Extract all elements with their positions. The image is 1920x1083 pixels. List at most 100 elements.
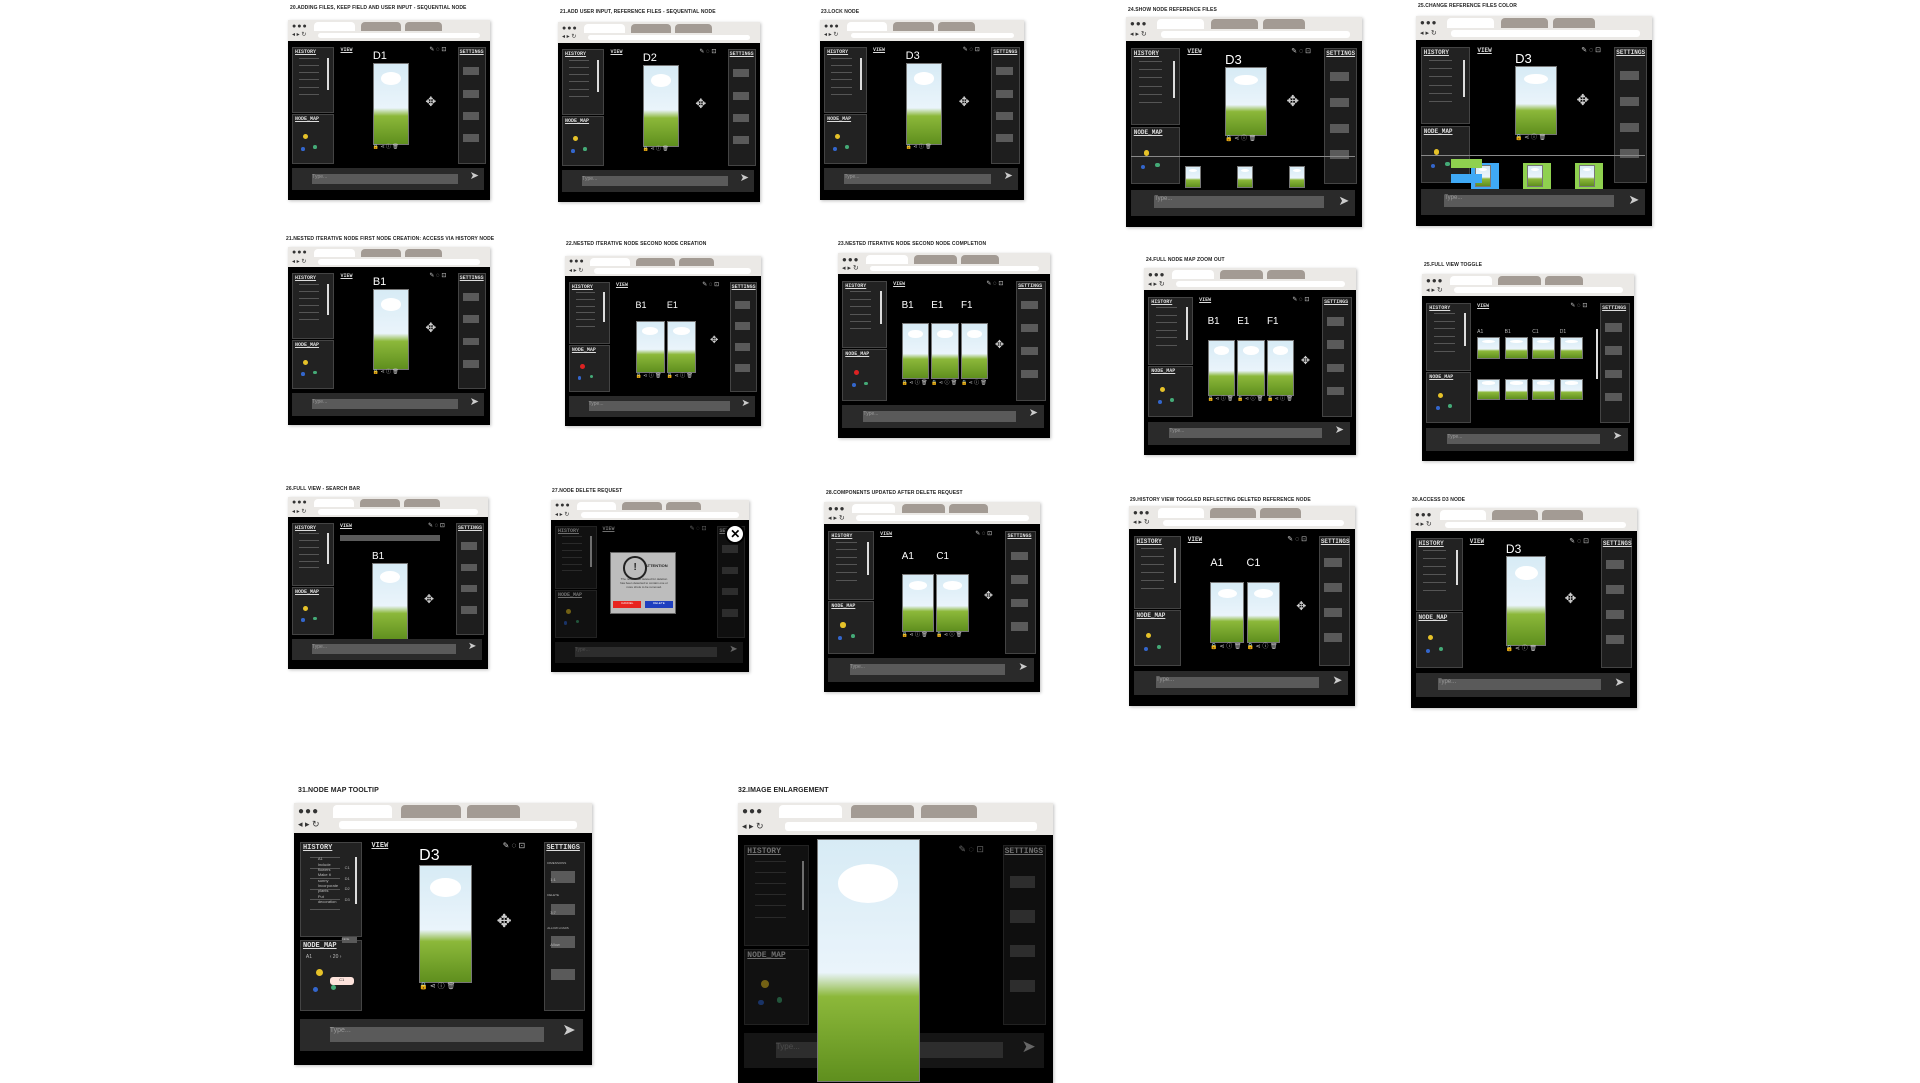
browser-tab[interactable]	[1266, 270, 1306, 280]
browser-tab[interactable]	[1220, 270, 1263, 280]
view-scrollbar[interactable]	[1595, 329, 1598, 379]
history-item[interactable]	[1141, 587, 1164, 589]
chat-input[interactable]: Type...	[1169, 427, 1323, 439]
history-item[interactable]	[1141, 555, 1164, 557]
nav-arrows-icon[interactable]: ◂ ▸ ↻	[292, 32, 306, 38]
history-item[interactable]	[831, 86, 852, 88]
browser-tab[interactable]	[901, 504, 945, 514]
node-map-dot[interactable]	[583, 147, 587, 151]
chat-input[interactable]: Type...	[1154, 196, 1325, 209]
node-map-dot[interactable]	[837, 635, 842, 640]
history-scrollbar[interactable]	[589, 536, 592, 567]
browser-tab-active[interactable]	[314, 499, 354, 508]
image-card[interactable]	[931, 323, 959, 380]
history-item[interactable]	[309, 857, 340, 859]
view-toolbar-icons[interactable]: ✎ ◌ ⊡	[1291, 48, 1311, 55]
send-arrow-icon[interactable]: ➤	[1004, 171, 1013, 182]
nav-arrows-icon[interactable]: ◂ ▸ ↻	[1420, 30, 1437, 37]
history-scrollbar[interactable]	[597, 59, 600, 92]
reference-file-card[interactable]	[1185, 165, 1202, 189]
settings-field[interactable]	[1329, 97, 1349, 108]
main-image-card[interactable]	[1505, 555, 1547, 647]
window-controls[interactable]: ●●●	[292, 23, 308, 30]
settings-value[interactable]: 1:1	[550, 877, 556, 882]
address-bar[interactable]	[856, 515, 1030, 522]
nav-arrows-icon[interactable]: ◂ ▸ ↻	[1133, 519, 1150, 526]
history-item[interactable]	[561, 543, 582, 545]
nav-arrows-icon[interactable]: ◂ ▸ ↻	[1130, 31, 1147, 38]
image-action-icons[interactable]: 🔒 ⋖ ⓘ 🗑	[1506, 646, 1537, 652]
settings-field[interactable]	[734, 301, 751, 309]
image-action-icons[interactable]: 🔒 ⋖ ⓘ 🗑	[373, 370, 399, 375]
image-card[interactable]	[901, 323, 930, 380]
node-map-dot[interactable]	[761, 979, 769, 988]
move-arrows-icon[interactable]: ✥	[1301, 356, 1310, 367]
history-item[interactable]	[299, 533, 319, 535]
browser-tab-active[interactable]	[865, 255, 908, 264]
main-image-card[interactable]	[642, 65, 680, 147]
settings-field[interactable]	[462, 89, 479, 98]
history-item[interactable]	[1155, 337, 1177, 339]
window-controls[interactable]: ●●●	[555, 502, 571, 509]
node-map-zoom[interactable]: ‹ 20 ›	[330, 954, 342, 960]
image-action-icons[interactable]: 🔒 ⋖ ⓘ 🗑	[1225, 136, 1256, 142]
history-item[interactable]	[1423, 581, 1446, 583]
chat-input[interactable]: Type...	[1156, 676, 1319, 689]
main-image-card[interactable]	[372, 289, 410, 371]
browser-tab-active[interactable]	[1449, 276, 1492, 286]
history-scrollbar[interactable]	[327, 283, 330, 316]
history-item[interactable]	[299, 312, 320, 314]
image-action-icons[interactable]: 🔒 ⋖ ⓘ 🗑	[1208, 397, 1234, 402]
history-item[interactable]	[849, 306, 871, 308]
browser-tab[interactable]	[401, 805, 461, 818]
node-map-dot[interactable]	[1145, 632, 1152, 639]
history-item[interactable]	[835, 556, 858, 558]
history-item[interactable]	[299, 560, 319, 562]
image-card[interactable]	[1532, 378, 1556, 401]
history-item[interactable]	[1138, 94, 1163, 96]
node-map-dot[interactable]	[1435, 405, 1440, 410]
move-arrows-icon[interactable]: ✥	[1286, 94, 1299, 109]
image-action-icons[interactable]: 🔒 ⋖ ⓘ 🗑	[636, 373, 662, 379]
history-item[interactable]	[831, 65, 852, 67]
image-action-icons[interactable]: 🔒 ⋖ ⓘ 🗑	[419, 983, 455, 990]
chat-input[interactable]: Type...	[312, 643, 456, 654]
nav-arrows-icon[interactable]: ◂ ▸ ↻	[1148, 281, 1165, 288]
chat-input[interactable]: Type...	[849, 664, 1006, 676]
history-item[interactable]	[1138, 68, 1163, 70]
browser-tab[interactable]	[1500, 18, 1549, 29]
settings-field[interactable]	[1606, 609, 1625, 619]
send-arrow-icon[interactable]: ➤	[470, 171, 479, 182]
browser-tab[interactable]	[1544, 276, 1584, 286]
nav-arrows-icon[interactable]: ◂ ▸ ↻	[1426, 287, 1443, 294]
main-image-card[interactable]	[1515, 66, 1558, 135]
image-card[interactable]	[1504, 337, 1528, 360]
browser-tab-active[interactable]	[1171, 270, 1214, 280]
color-option-blue[interactable]	[1451, 173, 1483, 184]
search-input[interactable]	[340, 535, 440, 542]
history-item[interactable]	[754, 905, 787, 907]
nav-arrows-icon[interactable]: ◂ ▸ ↻	[569, 268, 583, 274]
history-item[interactable]	[1155, 314, 1177, 316]
move-arrows-icon[interactable]: ✥	[1565, 591, 1577, 605]
history-item[interactable]	[1428, 93, 1453, 95]
send-arrow-icon[interactable]: ➤	[1613, 431, 1622, 442]
history-item[interactable]	[569, 81, 590, 83]
settings-field[interactable]	[462, 67, 479, 76]
history-item[interactable]	[575, 325, 596, 327]
node-map-dot[interactable]	[303, 134, 309, 140]
nav-arrows-icon[interactable]: ◂ ▸ ↻	[562, 34, 576, 40]
node-map-dot[interactable]	[1143, 646, 1148, 651]
settings-field[interactable]	[1327, 363, 1345, 372]
settings-field[interactable]	[722, 587, 739, 596]
view-toolbar-icons[interactable]: ✎ ◌ ⊡	[428, 523, 445, 529]
browser-tab[interactable]	[630, 24, 672, 33]
image-action-icons[interactable]: 🔒 ⋖ ⓘ 🗑	[906, 144, 932, 150]
reference-file-card[interactable]	[1288, 165, 1305, 189]
history-item[interactable]	[299, 72, 320, 74]
settings-field[interactable]	[462, 134, 479, 143]
history-item[interactable]	[299, 290, 320, 292]
image-action-icons[interactable]: 🔒 ⋖ ⓘ 🗑	[1210, 644, 1241, 650]
settings-field[interactable]	[462, 359, 479, 368]
send-arrow-icon[interactable]: ➤	[1332, 674, 1342, 686]
